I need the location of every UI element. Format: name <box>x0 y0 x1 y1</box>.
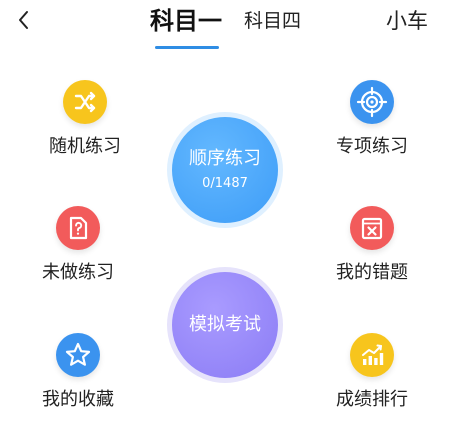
random-practice-button[interactable]: 随机练习 <box>25 80 145 170</box>
back-button[interactable] <box>12 8 36 32</box>
special-practice-label: 专项练习 <box>336 136 408 157</box>
undone-practice-button[interactable]: 未做练习 <box>18 206 138 296</box>
sequential-practice-button[interactable]: 顺序练习 0/1487 <box>167 112 283 228</box>
my-mistakes-button[interactable]: 我的错题 <box>312 206 432 296</box>
undone-practice-label: 未做练习 <box>42 262 114 283</box>
sequential-practice-title: 顺序练习 <box>189 148 261 169</box>
tab-subject-one[interactable]: 科目一 <box>150 6 222 36</box>
mock-exam-title: 模拟考试 <box>189 314 261 335</box>
target-icon <box>350 80 394 124</box>
random-practice-label: 随机练习 <box>49 136 121 157</box>
mock-exam-button[interactable]: 模拟考试 <box>167 267 283 383</box>
trend-chart-icon <box>350 333 394 377</box>
my-favorites-button[interactable]: 我的收藏 <box>18 333 138 423</box>
vehicle-type-selector[interactable]: 小车 <box>386 6 428 36</box>
header-bar: 科目一 科目四 小车 <box>0 0 450 49</box>
active-tab-indicator <box>155 46 219 49</box>
score-ranking-button[interactable]: 成绩排行 <box>312 333 432 423</box>
question-document-icon <box>56 206 100 250</box>
tab-subject-four[interactable]: 科目四 <box>244 6 301 36</box>
error-book-icon <box>350 206 394 250</box>
chevron-left-icon <box>19 11 28 29</box>
my-mistakes-label: 我的错题 <box>336 262 408 283</box>
sequential-practice-progress: 0/1487 <box>202 176 248 191</box>
shuffle-icon <box>63 80 107 124</box>
star-icon <box>56 333 100 377</box>
my-favorites-label: 我的收藏 <box>42 389 114 410</box>
special-practice-button[interactable]: 专项练习 <box>312 80 432 170</box>
score-ranking-label: 成绩排行 <box>336 389 408 410</box>
